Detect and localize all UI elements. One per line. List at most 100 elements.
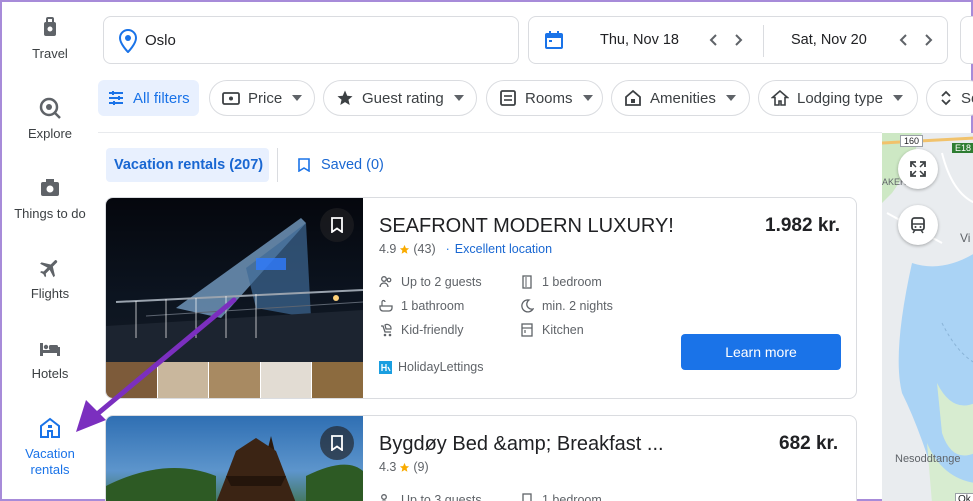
listing-photo[interactable]	[106, 416, 363, 501]
checkin-next-icon[interactable]	[731, 33, 745, 47]
amenity-text: 1 bedroom	[542, 275, 602, 289]
thumbnail[interactable]	[209, 362, 260, 398]
nav-vacation-rentals[interactable]: Vacation rentals	[2, 416, 98, 478]
checkout-next-icon[interactable]	[921, 33, 935, 47]
listing-card[interactable]: SEAFRONT MODERN LUXURY! 1.982 kr. 4.9 (4…	[105, 197, 857, 399]
nav-flights[interactable]: Flights	[2, 256, 98, 301]
listing-rating-row: 4.9 (43) · Excellent location	[379, 242, 553, 256]
guest-rating-filter-chip[interactable]: Guest rating	[323, 80, 477, 116]
amenity-bedroom: 1 bedroom	[520, 275, 602, 289]
map-label-vi: Vi	[960, 231, 971, 245]
price-filter-chip[interactable]: Price	[209, 80, 315, 116]
star-icon	[400, 244, 410, 254]
amenity-text: 1 bathroom	[401, 299, 465, 313]
amenities-filter-chip[interactable]: Amenities	[611, 80, 750, 116]
chevron-down-icon	[725, 95, 736, 101]
date-range-picker: Thu, Nov 18 Sat, Nov 20	[528, 16, 948, 64]
all-filters-button[interactable]: All filters	[98, 80, 199, 116]
date-divider	[763, 25, 764, 57]
amenities-label: Amenities	[650, 89, 716, 107]
sort-chip[interactable]: Se	[926, 80, 973, 116]
tune-icon	[109, 91, 123, 105]
sort-icon	[941, 90, 951, 106]
amenity-text: Kitchen	[542, 323, 584, 337]
guests-field[interactable]	[960, 16, 973, 64]
rooms-icon	[500, 90, 516, 106]
checkin-date[interactable]: Thu, Nov 18	[600, 32, 679, 48]
tab-divider	[277, 148, 278, 182]
rooms-filter-chip[interactable]: Rooms	[486, 80, 603, 116]
listing-card[interactable]: Bygdøy Bed &amp; Breakfast ... 682 kr. 4…	[105, 415, 857, 501]
learn-more-button[interactable]: Learn more	[681, 334, 841, 370]
amenity-kitchen: Kitchen	[520, 323, 584, 337]
location-tag: Excellent location	[454, 242, 553, 256]
checkin-prev-icon[interactable]	[707, 33, 721, 47]
checkout-date[interactable]: Sat, Nov 20	[791, 32, 867, 48]
location-value: Oslo	[145, 32, 176, 49]
price-label: Price	[248, 89, 283, 107]
nav-vacation-label: Vacation rentals	[25, 446, 75, 477]
lodging-type-filter-chip[interactable]: Lodging type	[758, 80, 918, 116]
review-count: (43)	[413, 242, 436, 256]
listing-rating-row: 4.3 (9)	[379, 460, 429, 474]
people-icon	[381, 494, 387, 501]
bookmark-icon	[331, 217, 343, 233]
listing-price: 682 kr.	[779, 433, 839, 454]
nav-things-label: Things to do	[14, 206, 86, 221]
filters-divider	[98, 132, 882, 133]
expand-icon	[910, 161, 926, 177]
thumbnail[interactable]	[312, 362, 363, 398]
camera-icon	[41, 179, 59, 196]
save-listing-button[interactable]	[320, 208, 354, 242]
fullscreen-map-button[interactable]	[898, 149, 938, 189]
location-search-field[interactable]: Oslo	[103, 16, 519, 64]
nav-things-to-do[interactable]: Things to do	[2, 176, 98, 221]
chevron-down-icon	[582, 95, 593, 101]
tab-vacation-rentals[interactable]: Vacation rentals (207)	[106, 148, 269, 182]
sort-label: Se	[961, 89, 973, 107]
thumbnail[interactable]	[157, 362, 209, 398]
map-tiles	[882, 133, 973, 501]
tab-saved-label: Saved (0)	[321, 157, 384, 173]
star-icon	[337, 90, 353, 105]
map-label-nesoddtange: Nesoddtange	[895, 453, 961, 465]
rating-value: 4.3	[379, 460, 397, 474]
map-panel[interactable]: 160 E18 AKER Vi Nesoddtange Ok	[882, 133, 973, 501]
nav-hotels-label: Hotels	[31, 366, 69, 381]
provider-logo-icon	[379, 360, 392, 374]
thumbnail[interactable]	[260, 362, 312, 398]
home-icon	[771, 89, 789, 106]
save-listing-button[interactable]	[320, 426, 354, 460]
people-icon	[379, 276, 392, 288]
checkout-prev-icon[interactable]	[897, 33, 911, 47]
nav-explore[interactable]: Explore	[2, 96, 98, 141]
thumbnail[interactable]	[106, 362, 157, 398]
review-count: (9)	[413, 460, 429, 474]
stroller-icon	[381, 323, 392, 337]
road-e18-label: E18	[952, 143, 973, 153]
rating-value: 4.9	[379, 242, 397, 256]
rooms-label: Rooms	[525, 89, 573, 107]
nav-flights-label: Flights	[30, 286, 70, 301]
calendar-icon[interactable]	[544, 30, 564, 50]
road-160-label: 160	[900, 135, 924, 147]
amenity-text: Kid-friendly	[401, 323, 464, 337]
listing-price: 1.982 kr.	[765, 215, 841, 236]
map-label-ok: Ok	[955, 493, 973, 501]
listing-title[interactable]: SEAFRONT MODERN LUXURY!	[379, 215, 674, 238]
amenity-text: 1 bedroom	[542, 493, 602, 501]
amenity-text: Up to 3 guests	[401, 493, 482, 501]
listing-title[interactable]: Bygdøy Bed &amp; Breakfast ...	[379, 433, 664, 456]
luggage-icon	[44, 17, 56, 36]
money-icon	[222, 92, 240, 105]
nav-travel[interactable]: Travel	[2, 16, 98, 61]
tab-saved[interactable]: Saved (0)	[294, 148, 404, 182]
explore-icon	[39, 97, 61, 119]
nav-hotels[interactable]: Hotels	[2, 336, 98, 381]
transit-layer-button[interactable]	[898, 205, 938, 245]
listing-photo[interactable]	[106, 198, 363, 362]
listing-provider[interactable]: HolidayLettings	[379, 360, 483, 374]
photo-thumbnails	[106, 362, 363, 398]
amenities-house-icon	[625, 89, 641, 106]
tab-vacation-rentals-label: Vacation rentals (207)	[114, 157, 264, 173]
